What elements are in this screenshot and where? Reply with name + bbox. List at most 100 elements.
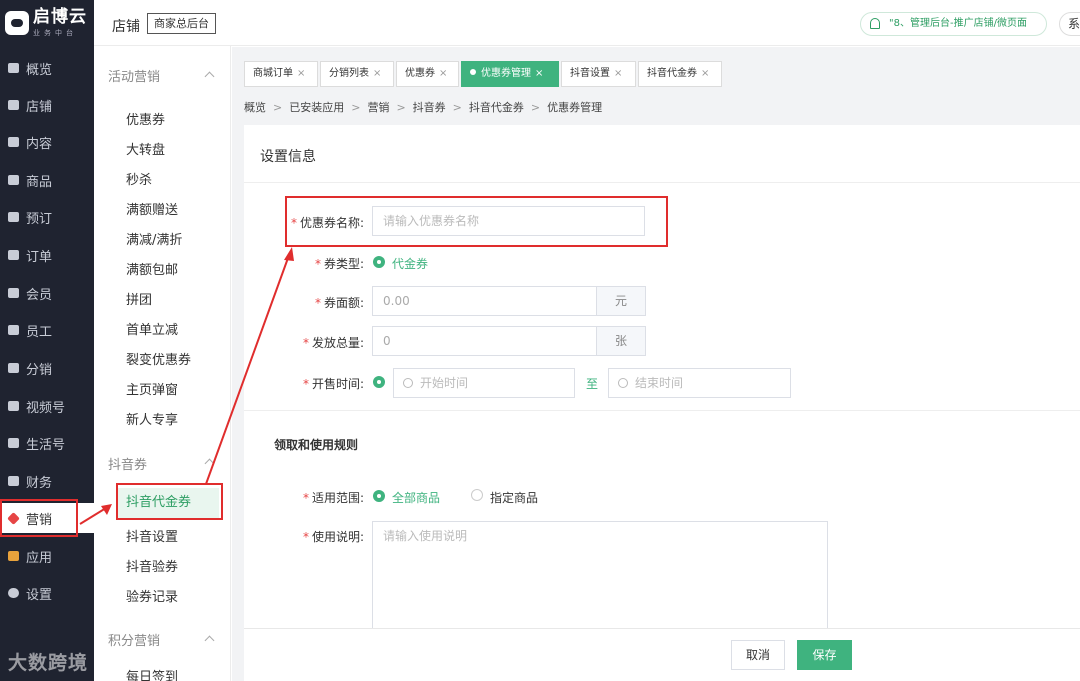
nav-item-products[interactable]: 商品 bbox=[0, 165, 94, 195]
brand-subtitle: 业务中台 bbox=[33, 29, 77, 37]
nav-item-members[interactable]: 会员 bbox=[0, 278, 94, 308]
nav-item-marketing[interactable]: 营销 bbox=[0, 503, 94, 533]
start-time-input[interactable]: 开始时间 bbox=[393, 368, 575, 398]
chevron-up-icon[interactable] bbox=[204, 71, 215, 82]
group-title-activity[interactable]: 活动营销 bbox=[108, 66, 160, 85]
cancel-button[interactable]: 取消 bbox=[731, 640, 785, 670]
voucher-radio[interactable] bbox=[373, 256, 385, 268]
group-title-douyin[interactable]: 抖音券 bbox=[108, 454, 147, 473]
subnav-item-douyin-settings[interactable]: 抖音设置 bbox=[126, 526, 178, 545]
subnav-item-douyin-voucher[interactable]: 抖音代金券 bbox=[116, 488, 219, 518]
coupon-name-input[interactable]: 请输入优惠券名称 bbox=[372, 206, 645, 236]
sale-time-radio[interactable] bbox=[373, 376, 385, 388]
label-text: 开售时间: bbox=[311, 377, 364, 391]
breadcrumb-item[interactable]: 营销 bbox=[367, 101, 389, 114]
nav-item-distribution[interactable]: 分销 bbox=[0, 353, 94, 383]
usage-textarea[interactable]: 请输入使用说明 bbox=[372, 521, 828, 636]
specific-products-radio[interactable] bbox=[471, 489, 483, 501]
nav-item-orders[interactable]: 订单 bbox=[0, 240, 94, 270]
close-icon[interactable]: × bbox=[701, 68, 709, 79]
usage-label: * 使用说明: bbox=[254, 528, 364, 545]
tab-douyin-voucher[interactable]: 抖音代金券 × bbox=[638, 61, 722, 87]
subnav-item-first-order[interactable]: 首单立减 bbox=[126, 319, 178, 338]
all-products-radio[interactable] bbox=[373, 490, 385, 502]
label-text: 优惠券名称: bbox=[299, 216, 364, 230]
subnav-item-flash-sale[interactable]: 秒杀 bbox=[126, 169, 152, 188]
nav-item-content[interactable]: 内容 bbox=[0, 127, 94, 157]
rules-section-title: 领取和使用规则 bbox=[274, 438, 359, 452]
user-icon bbox=[6, 286, 20, 300]
tab-distribution-list[interactable]: 分销列表 × bbox=[320, 61, 394, 87]
nav-item-booking[interactable]: 预订 bbox=[0, 202, 94, 232]
subnav-item-free-shipping[interactable]: 满额包邮 bbox=[126, 259, 178, 278]
label-text: 使用说明: bbox=[311, 530, 364, 544]
end-time-input[interactable]: 结束时间 bbox=[608, 368, 791, 398]
label-text: 券类型: bbox=[323, 257, 364, 271]
tab-douyin-settings[interactable]: 抖音设置 × bbox=[561, 61, 636, 87]
subnav-item-verify-records[interactable]: 验券记录 bbox=[126, 586, 178, 605]
merchant-admin-button[interactable]: 商家总后台 bbox=[147, 13, 216, 34]
nav-item-settings[interactable]: 设置 bbox=[0, 578, 94, 608]
subnav-item-fission-coupon[interactable]: 裂变优惠券 bbox=[126, 349, 191, 368]
nav-item-label: 预订 bbox=[26, 211, 53, 227]
subnav-item-popup[interactable]: 主页弹窗 bbox=[126, 379, 178, 398]
tag-icon bbox=[6, 511, 20, 525]
coupon-type-label: * 券类型: bbox=[254, 255, 364, 272]
nav-item-shop[interactable]: 店铺 bbox=[0, 90, 94, 120]
subnav-item-group-buy[interactable]: 拼团 bbox=[126, 289, 152, 308]
nav-item-lifestyle[interactable]: 生活号 bbox=[0, 428, 94, 458]
breadcrumb-item[interactable]: 概览 bbox=[244, 101, 266, 114]
all-products-label[interactable]: 全部商品 bbox=[392, 489, 440, 506]
face-value-input[interactable]: 0.00 bbox=[372, 286, 597, 316]
chevron-right-icon: > bbox=[273, 101, 283, 114]
save-button[interactable]: 保存 bbox=[797, 640, 852, 670]
close-icon[interactable]: × bbox=[373, 68, 381, 79]
total-quantity-label: * 发放总量: bbox=[254, 334, 364, 351]
system-button[interactable]: 系 bbox=[1059, 12, 1080, 36]
document-icon bbox=[6, 248, 20, 262]
brand-logo[interactable]: 启博云 业务中台 bbox=[0, 0, 94, 46]
piece-unit: 张 bbox=[596, 326, 646, 356]
total-quantity-input[interactable]: 0 bbox=[372, 326, 597, 356]
chevron-up-icon[interactable] bbox=[204, 635, 215, 646]
breadcrumb-item[interactable]: 抖音代金券 bbox=[469, 101, 524, 114]
main-sidebar: 启博云 业务中台 概览 店铺 内容 商品 预订 订单 会员 员工 分销 视频号 … bbox=[0, 0, 94, 681]
chevron-up-icon[interactable] bbox=[204, 458, 215, 469]
watermark: 大数跨境 bbox=[8, 652, 89, 674]
tab-label: 优惠券 bbox=[405, 68, 435, 79]
subnav-item-coupon[interactable]: 优惠券 bbox=[126, 109, 165, 128]
tab-label: 抖音代金券 bbox=[647, 68, 697, 79]
nav-item-label: 订单 bbox=[26, 249, 53, 265]
close-icon[interactable]: × bbox=[297, 68, 305, 79]
breadcrumb-item[interactable]: 抖音券 bbox=[413, 101, 446, 114]
specific-products-label[interactable]: 指定商品 bbox=[490, 489, 538, 506]
close-icon[interactable]: × bbox=[614, 68, 622, 79]
end-time-placeholder: 结束时间 bbox=[635, 376, 684, 390]
subnav-item-checkin[interactable]: 每日签到 bbox=[126, 666, 178, 681]
nav-item-channels[interactable]: 视频号 bbox=[0, 391, 94, 421]
subnav-item-wheel[interactable]: 大转盘 bbox=[126, 139, 165, 158]
tab-mall-orders[interactable]: 商城订单 × bbox=[244, 61, 318, 87]
wallet-icon bbox=[6, 474, 20, 488]
subnav-item-douyin-verify[interactable]: 抖音验券 bbox=[126, 556, 178, 575]
voucher-radio-label[interactable]: 代金券 bbox=[392, 255, 428, 272]
tab-coupons[interactable]: 优惠券 × bbox=[396, 61, 459, 87]
coupon-name-label: * 优惠券名称: bbox=[254, 214, 364, 231]
close-icon[interactable]: × bbox=[535, 68, 543, 79]
nav-item-apps[interactable]: 应用 bbox=[0, 541, 94, 571]
nav-item-staff[interactable]: 员工 bbox=[0, 315, 94, 345]
tab-coupon-management[interactable]: 优惠券管理 × bbox=[461, 61, 559, 87]
nav-item-label: 员工 bbox=[26, 324, 53, 340]
close-icon[interactable]: × bbox=[439, 68, 447, 79]
required-mark: * bbox=[302, 491, 309, 505]
subnav-item-newcomer[interactable]: 新人专享 bbox=[126, 409, 178, 428]
nav-item-finance[interactable]: 财务 bbox=[0, 466, 94, 496]
subnav-item-gift[interactable]: 满额赠送 bbox=[126, 199, 178, 218]
home-icon bbox=[6, 98, 20, 112]
notice-pill[interactable]: "8、管理后台-推广店铺/微页面 bbox=[860, 12, 1047, 36]
group-title-points[interactable]: 积分营销 bbox=[108, 630, 160, 649]
breadcrumb-item[interactable]: 已安装应用 bbox=[289, 101, 344, 114]
nav-item-overview[interactable]: 概览 bbox=[0, 53, 94, 83]
nav-item-label: 概览 bbox=[26, 62, 53, 78]
subnav-item-discount[interactable]: 满减/满折 bbox=[126, 229, 182, 248]
